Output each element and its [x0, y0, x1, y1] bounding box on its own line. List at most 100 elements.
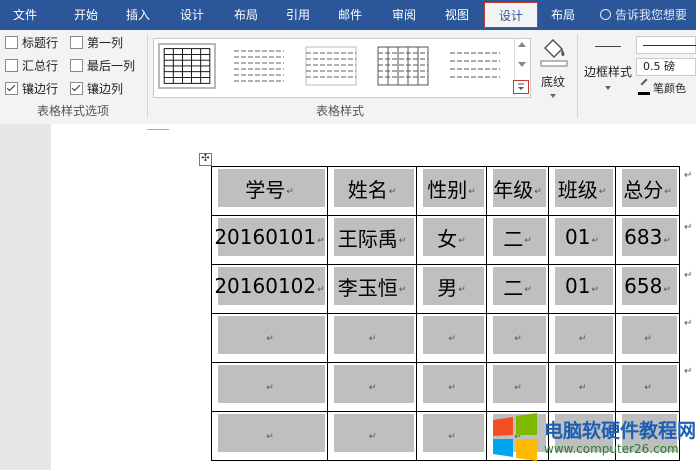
tab-home[interactable]: 开始: [62, 0, 110, 30]
table-cell[interactable]: 王际禹 ↵: [327, 215, 417, 265]
border-styles-dropdown-icon: [605, 86, 611, 90]
cell-text: 男: [437, 275, 458, 300]
paragraph-mark: ↵: [524, 285, 532, 295]
table-header-cell[interactable]: 年级 ↵: [486, 166, 549, 216]
table-cell[interactable]: ↵: [548, 313, 616, 363]
page-corner-mark: [147, 124, 169, 130]
paragraph-mark: ↵: [578, 334, 587, 344]
cell-text: 01: [565, 225, 591, 249]
paragraph-mark: ↵: [398, 236, 407, 246]
paragraph-mark: ↵: [448, 334, 456, 344]
table-style-grid[interactable]: [158, 43, 216, 89]
checkbox-box-checked: [5, 82, 18, 95]
table-style-plain-1[interactable]: [230, 43, 288, 89]
checkbox-box: [70, 59, 83, 72]
pen-color-label: 笔颜色: [653, 82, 686, 95]
tab-layout[interactable]: 布局: [222, 0, 270, 30]
header-text: 总分: [623, 177, 664, 202]
pen-color-button[interactable]: 笔颜色: [638, 78, 686, 98]
pen-color-icon: [638, 78, 650, 95]
row-end-mark: ↵: [684, 318, 693, 329]
table-cell[interactable]: ↵: [416, 411, 487, 461]
tab-review[interactable]: 审阅: [380, 0, 428, 30]
table-cell[interactable]: 女 ↵: [416, 215, 487, 265]
table-cell[interactable]: ↵: [327, 362, 417, 412]
table-styles-group-label: 表格样式: [315, 104, 364, 118]
ribbon: 标题行 第一列 汇总行 最后一列 镶边行 镶边列 表格样式选项 表格样式 底纹 …: [0, 30, 696, 125]
table-cell[interactable]: ↵: [486, 362, 549, 412]
table-cell[interactable]: ↵: [327, 411, 417, 461]
table-cell[interactable]: 二 ↵: [486, 215, 549, 265]
style-options-group-label: 表格样式选项: [36, 104, 109, 118]
table-cell[interactable]: 01 ↵: [548, 264, 616, 314]
gallery-more-button[interactable]: [513, 80, 529, 94]
table-cell[interactable]: ↵: [548, 362, 616, 412]
tell-me-text: 告诉我您想要: [615, 8, 688, 22]
header-text: 性别: [427, 177, 468, 202]
table-cell[interactable]: 男 ↵: [416, 264, 487, 314]
windows-logo-icon: [493, 413, 537, 461]
tab-view[interactable]: 视图: [432, 0, 482, 30]
table-row-empty: ↵ ↵ ↵ ↵ ↵ ↵: [211, 313, 680, 363]
table-style-plain-2[interactable]: [302, 43, 360, 89]
table-move-handle-icon[interactable]: ✣: [199, 153, 212, 166]
tab-file[interactable]: 文件: [0, 0, 50, 30]
header-row-checkbox[interactable]: 标题行: [5, 35, 58, 51]
paint-bucket-icon: [540, 38, 568, 67]
paragraph-mark: ↵: [266, 334, 274, 344]
pen-style-select[interactable]: [636, 36, 696, 54]
table-style-plain-3[interactable]: [374, 43, 432, 89]
banded-columns-checkbox[interactable]: 镶边列: [70, 81, 123, 97]
pen-settings: 0.5 磅 笔颜色: [636, 34, 696, 100]
border-styles-button[interactable]: 边框样式: [580, 40, 636, 102]
checkbox-box: [70, 36, 83, 49]
gallery-scroll-up-icon[interactable]: [518, 42, 526, 47]
table-header-cell[interactable]: 学号 ↵: [211, 166, 328, 216]
tab-design[interactable]: 设计: [166, 0, 218, 30]
table-cell[interactable]: ↵: [486, 313, 549, 363]
gallery-scroll-down-icon[interactable]: [518, 62, 526, 67]
paragraph-mark: ↵: [514, 334, 522, 344]
more-chevron-icon: [518, 83, 524, 90]
table-header-cell[interactable]: 总分 ↵: [615, 166, 680, 216]
paragraph-mark: ↵: [644, 334, 652, 344]
table-style-plain-4[interactable]: [446, 43, 504, 89]
table-cell[interactable]: ↵: [327, 313, 417, 363]
table-cell[interactable]: ↵: [211, 362, 328, 412]
checkbox-label: 镶边列: [87, 82, 124, 96]
cell-text: 王际禹: [337, 226, 398, 251]
table-cell[interactable]: 李玉恒 ↵: [327, 264, 417, 314]
tab-mailings[interactable]: 邮件: [326, 0, 374, 30]
cell-text: 683: [624, 225, 663, 249]
table-header-cell[interactable]: 姓名 ↵: [327, 166, 417, 216]
total-row-checkbox[interactable]: 汇总行: [5, 58, 58, 74]
paragraph-mark: ↵: [388, 187, 397, 197]
tab-table-layout[interactable]: 布局: [540, 0, 586, 30]
shading-button[interactable]: 底纹: [533, 34, 573, 100]
table-cell[interactable]: 683 ↵: [615, 215, 680, 265]
header-text: 姓名: [347, 177, 388, 202]
last-column-checkbox[interactable]: 最后一列: [70, 58, 135, 74]
site-watermark: 电脑软硬件教程网 www.computer26.com: [490, 412, 696, 470]
table-cell[interactable]: 01 ↵: [548, 215, 616, 265]
tab-references[interactable]: 引用: [274, 0, 322, 30]
table-header-cell[interactable]: 班级 ↵: [548, 166, 616, 216]
table-cell[interactable]: ↵: [416, 313, 487, 363]
table-header-cell[interactable]: 性别 ↵: [416, 166, 487, 216]
pen-weight-select[interactable]: 0.5 磅: [636, 58, 696, 76]
tell-me-box[interactable]: 告诉我您想要: [600, 0, 687, 30]
first-column-checkbox[interactable]: 第一列: [70, 35, 123, 51]
table-cell[interactable]: 20160101 ↵: [211, 215, 328, 265]
tab-insert[interactable]: 插入: [114, 0, 162, 30]
table-cell[interactable]: ↵: [211, 313, 328, 363]
table-cell[interactable]: 658 ↵: [615, 264, 680, 314]
banded-rows-checkbox[interactable]: 镶边行: [5, 81, 58, 97]
table-cell[interactable]: ↵: [615, 362, 680, 412]
table-cell[interactable]: ↵: [615, 313, 680, 363]
paragraph-mark: ↵: [368, 334, 377, 344]
table-cell[interactable]: 二 ↵: [486, 264, 549, 314]
table-cell[interactable]: 20160102 ↵: [211, 264, 328, 314]
tab-table-design[interactable]: 设计: [484, 2, 538, 28]
table-cell[interactable]: ↵: [416, 362, 487, 412]
table-cell[interactable]: ↵: [211, 411, 328, 461]
